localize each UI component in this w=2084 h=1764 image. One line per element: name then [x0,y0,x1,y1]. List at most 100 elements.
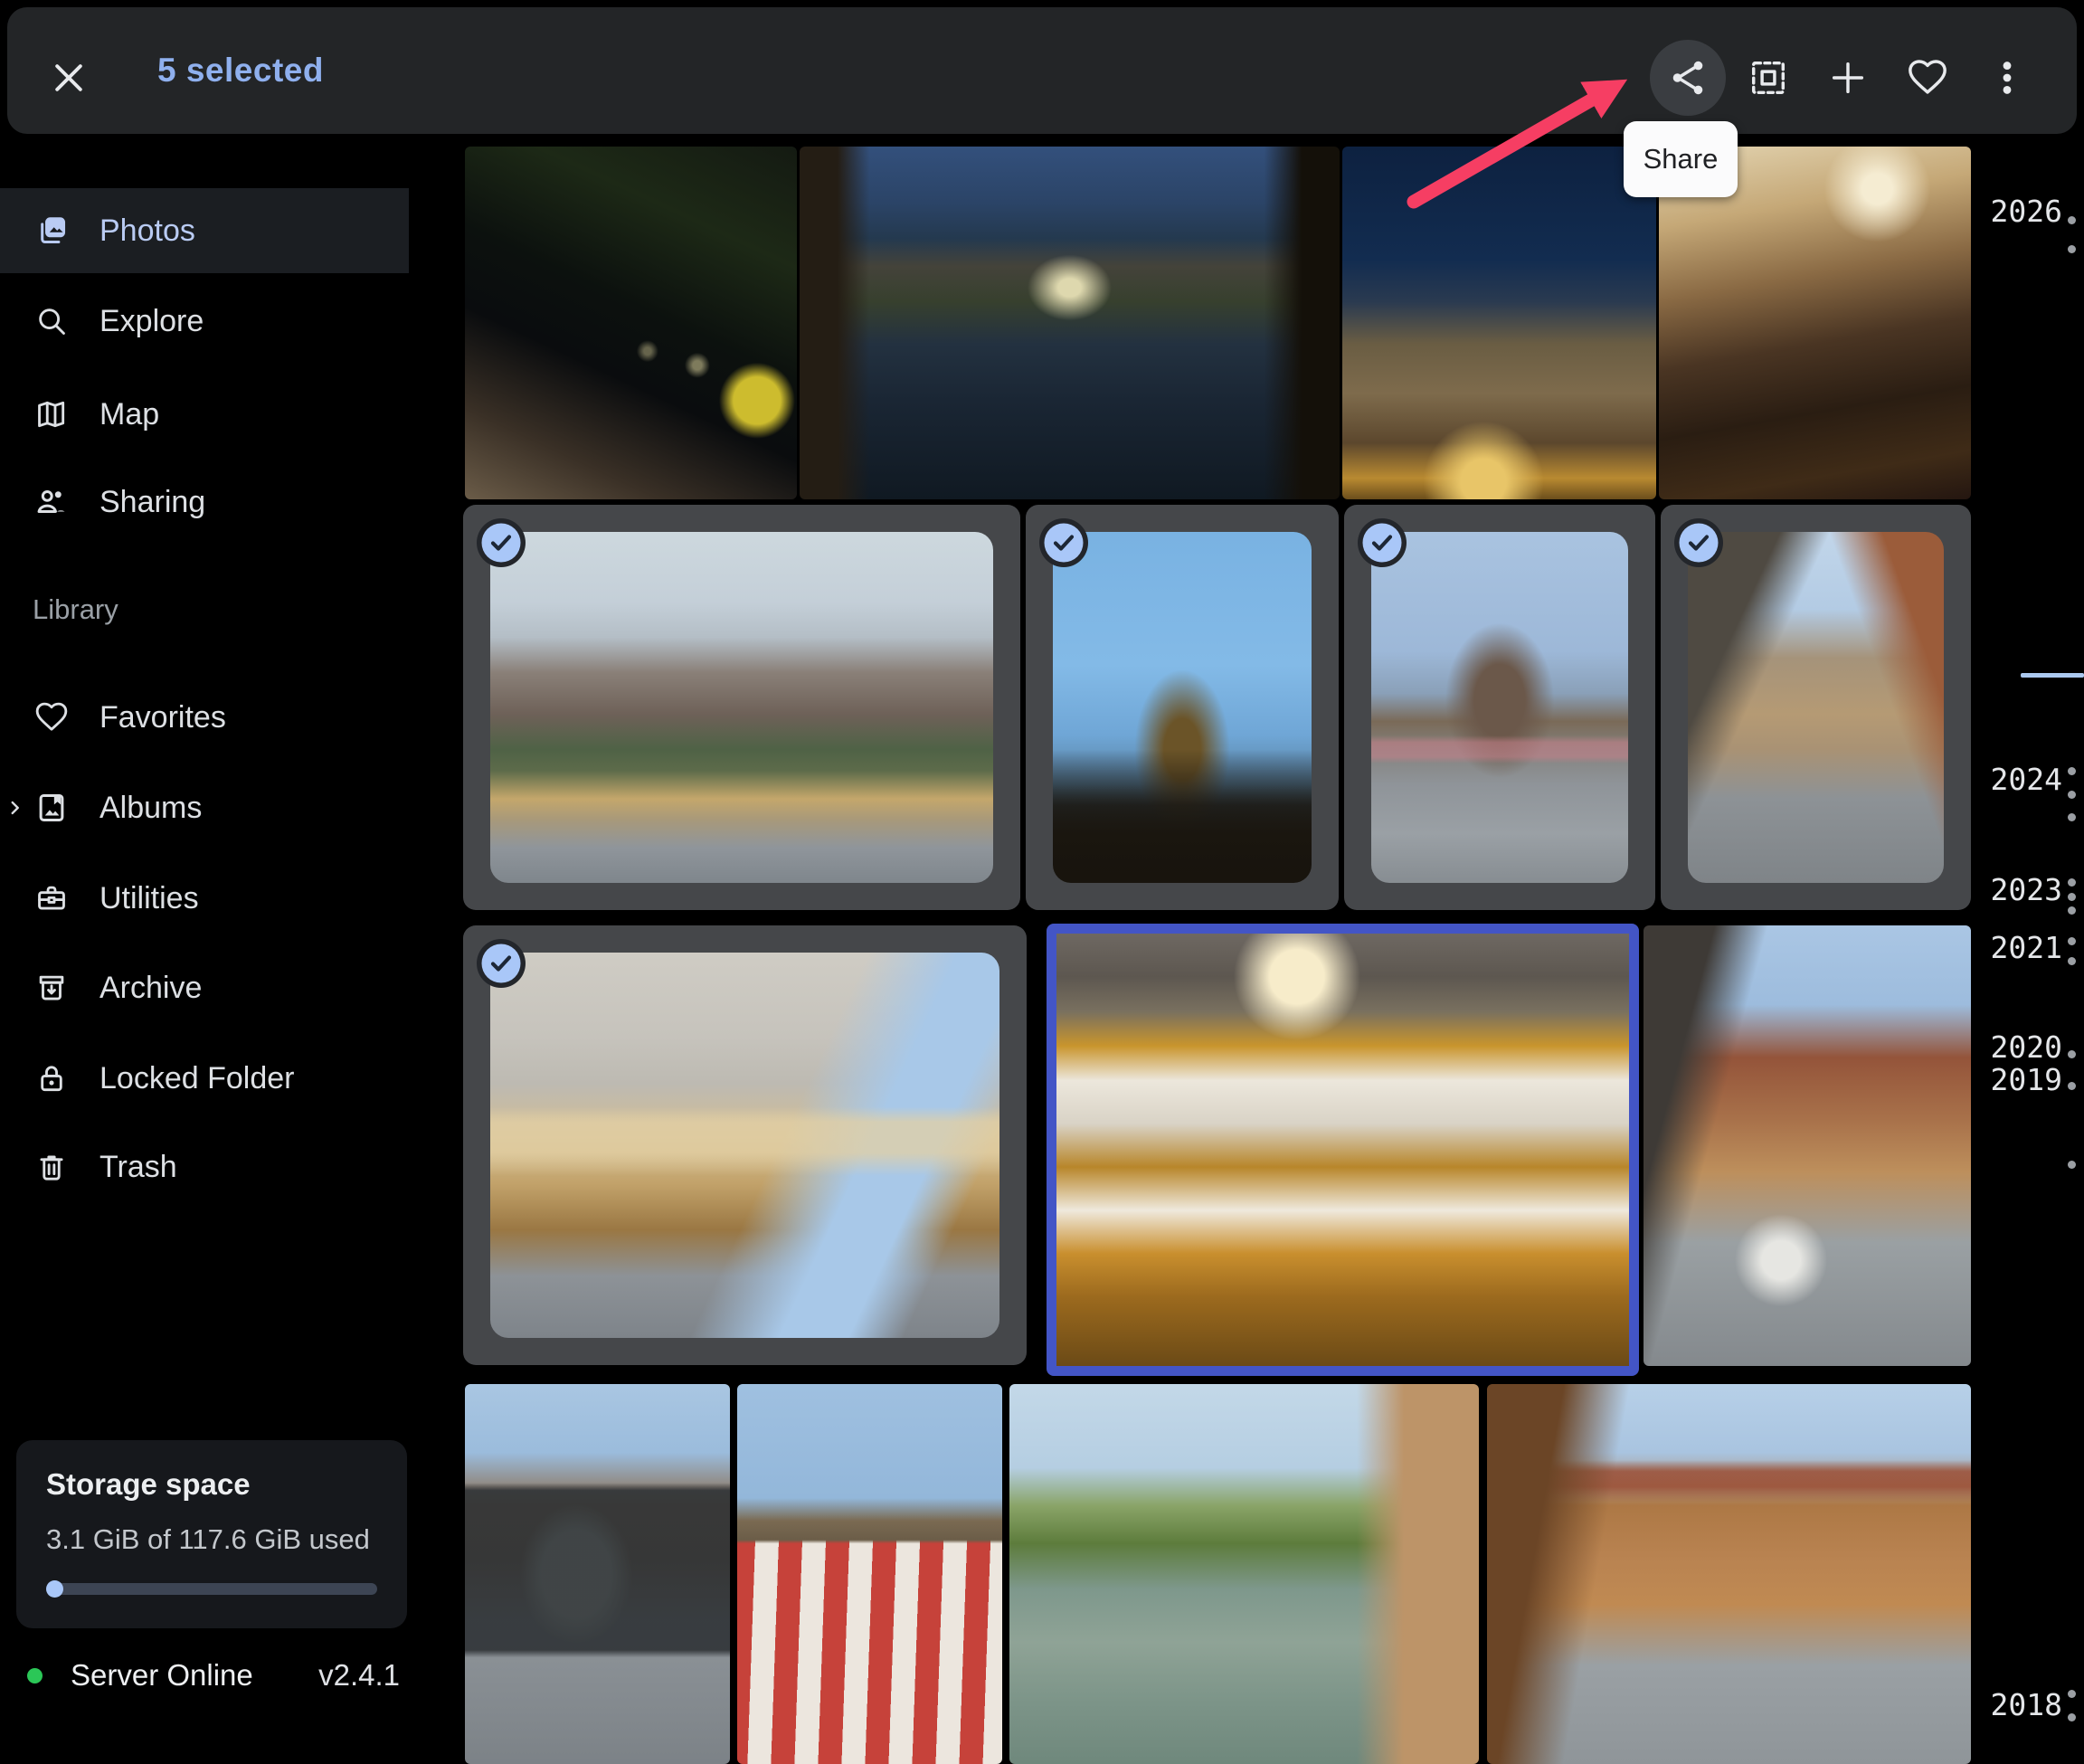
timeline-year-2026[interactable]: 2026 [1985,194,2062,229]
people-icon [34,485,69,519]
photo-tile-street-2024[interactable] [1661,505,1971,910]
photo-tile-outdoor-cafe[interactable] [463,925,1027,1365]
sidebar-item-label: Locked Folder [99,1061,294,1096]
photo-tile-market-tent[interactable] [737,1384,1002,1764]
timeline-year-2018[interactable]: 2018 [1985,1687,2062,1722]
photo-street-2024 [1688,532,1944,883]
sidebar-item-albums[interactable]: Albums [0,765,409,850]
selected-check-icon[interactable] [1673,517,1724,568]
timeline-dot [2068,767,2076,775]
photo-tile-church-square[interactable] [1344,505,1655,910]
timeline-dot [2068,878,2076,887]
storage-usage: 3.1 GiB of 117.6 GiB used [46,1523,370,1556]
selected-check-icon[interactable] [1038,517,1089,568]
selected-count-label: 5 selected [157,7,324,134]
photo-tile-restaurant-interior[interactable] [1659,147,1971,499]
timeline-dot [2068,1050,2076,1058]
share-button[interactable] [1662,52,1713,103]
timeline-dot [2068,1161,2076,1169]
sidebar-item-label: Albums [99,791,202,826]
library-section-label: Library [33,593,118,626]
server-online-dot [27,1668,43,1683]
briefcase-icon [34,881,69,915]
more-options-button[interactable] [1982,52,2032,103]
favorite-button[interactable] [1902,52,1953,103]
timeline-dot [2068,1082,2076,1090]
timeline-year-2021[interactable]: 2021 [1985,930,2062,965]
selected-check-icon[interactable] [476,938,526,989]
sidebar-item-label: Utilities [99,881,199,916]
timeline-year-2024[interactable]: 2024 [1985,762,2062,797]
timeline-year-2023[interactable]: 2023 [1985,872,2062,907]
sidebar-item-utilities[interactable]: Utilities [0,856,409,941]
add-to-button[interactable] [1823,52,1873,103]
photo-app-window: { "topbar": { "selected_text": "5 select… [0,0,2084,1733]
sidebar-item-explore[interactable]: Explore [0,279,409,364]
photo-tile-river-dusk[interactable] [800,147,1340,499]
storage-progress-bar [46,1583,377,1595]
timeline-dot [2068,893,2076,901]
map-icon [34,397,69,432]
timeline-dot [2068,1690,2076,1698]
selected-check-icon[interactable] [1357,517,1407,568]
albums-icon [34,791,69,825]
sidebar-item-sharing[interactable]: Sharing [0,460,409,545]
timeline-dot [2068,937,2076,945]
sidebar-item-label: Sharing [99,485,205,520]
sidebar-item-map[interactable]: Map [0,372,409,457]
timeline-dot [2068,216,2076,224]
photo-tile-street-2021[interactable] [1644,925,1971,1366]
sidebar-item-photos[interactable]: Photos [0,188,409,273]
server-status-label: Server Online [71,1657,253,1693]
more-vert-icon [1986,57,2028,99]
close-selection-button[interactable] [45,54,92,101]
photo-tile-city-map-sign[interactable] [465,1384,730,1764]
storage-card: Storage space 3.1 GiB of 117.6 GiB used [16,1440,407,1628]
sidebar-item-locked-folder[interactable]: Locked Folder [0,1036,409,1121]
photo-fountain [1053,532,1312,883]
lock-icon [34,1061,69,1095]
timeline-dot [2068,245,2076,253]
timeline-dot [2068,791,2076,799]
selected-check-icon[interactable] [476,517,526,568]
sidebar-item-label: Explore [99,304,204,339]
sidebar-item-label: Trash [99,1150,177,1185]
server-version-label: v2.4.1 [318,1657,400,1693]
photo-outdoor-cafe [490,953,999,1338]
sidebar-item-label: Favorites [99,700,226,735]
search-icon [34,304,69,338]
sidebar-item-label: Photos [99,213,195,249]
archive-icon [34,971,69,1005]
heart-icon [1907,57,1948,99]
sidebar-item-trash[interactable]: Trash [0,1124,409,1209]
storage-progress-knob [46,1580,63,1598]
selection-toolbar: 5 selected [7,7,2077,134]
photo-tile-fountain[interactable] [1026,505,1339,910]
sidebar-item-label: Map [99,397,159,432]
close-icon [49,58,89,98]
photo-tile-alex-building[interactable] [1342,147,1656,499]
select-all-icon [1748,57,1789,99]
photo-tile-statue-street[interactable] [1487,1384,1971,1764]
photo-tile-knife-shop-focused[interactable] [1047,924,1639,1376]
plus-icon [1827,57,1869,99]
photo-tile-balcony-night[interactable] [465,147,797,499]
select-all-button[interactable] [1743,52,1794,103]
sidebar-item-archive[interactable]: Archive [0,945,409,1030]
timeline-dot [2068,1713,2076,1721]
timeline-year-2020[interactable]: 2020 [1985,1029,2062,1065]
photo-church-square [1371,532,1628,883]
photo-knife-shop [1056,934,1629,1366]
share-tooltip: Share [1624,121,1738,197]
photos-icon [34,213,69,248]
timeline-year-2019[interactable]: 2019 [1985,1062,2062,1097]
sidebar-item-label: Archive [99,971,202,1006]
photo-tile-river-spring[interactable] [1009,1384,1479,1764]
share-icon [1667,57,1709,99]
sidebar-item-favorites[interactable]: Favorites [0,675,409,760]
storage-title: Storage space [46,1467,251,1502]
timeline-hover-line [2021,673,2084,678]
timeline-dot [2068,906,2076,915]
photo-tile-cathedral[interactable] [463,505,1020,910]
trash-icon [34,1150,69,1184]
